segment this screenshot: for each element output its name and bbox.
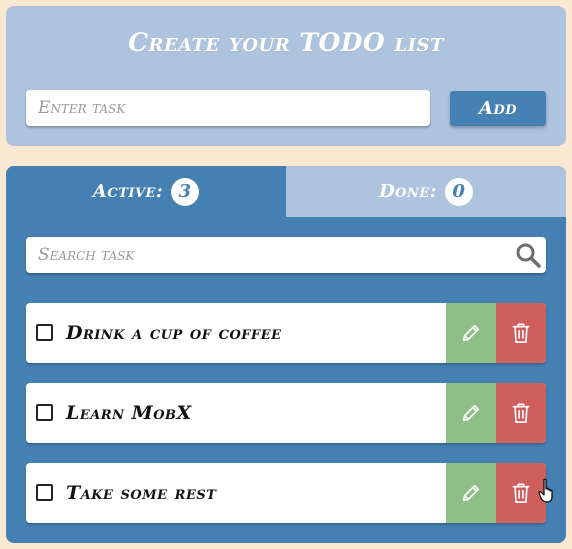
todo-text: Learn MobX — [66, 402, 192, 424]
todo-item: Learn MobX — [26, 383, 546, 443]
todo-list-card: Active: 3 Done: 0 Drink a cup of coffee … — [6, 166, 566, 543]
hand-pointer-icon — [538, 478, 553, 503]
done-count-badge: 0 — [444, 177, 473, 206]
pencil-icon — [462, 484, 480, 502]
pencil-icon — [462, 404, 480, 422]
create-title: Create your TODO list — [128, 28, 444, 57]
trash-icon — [512, 483, 530, 503]
tab-done-label: Done: — [379, 181, 437, 202]
active-count-badge: 3 — [171, 177, 200, 206]
todo-item: Take some rest — [26, 463, 546, 523]
tab-active-label: Active: — [92, 181, 164, 202]
search-box — [26, 237, 546, 273]
delete-button[interactable] — [496, 303, 546, 363]
todo-text: Take some rest — [66, 482, 217, 504]
edit-button[interactable] — [446, 303, 496, 363]
todo-checkbox[interactable] — [36, 324, 53, 341]
trash-icon — [512, 323, 530, 343]
todo-text: Drink a cup of coffee — [66, 322, 282, 344]
trash-icon — [512, 403, 530, 423]
delete-button[interactable] — [496, 383, 546, 443]
task-input[interactable] — [26, 90, 430, 126]
todo-checkbox[interactable] — [36, 484, 53, 501]
todo-checkbox[interactable] — [36, 404, 53, 421]
create-task-card: Create your TODO list Add — [6, 6, 566, 146]
edit-button[interactable] — [446, 463, 496, 523]
add-button[interactable]: Add — [450, 91, 546, 126]
todo-item: Drink a cup of coffee — [26, 303, 546, 363]
search-input[interactable] — [26, 237, 506, 273]
pencil-icon — [462, 324, 480, 342]
tab-active[interactable]: Active: 3 — [6, 166, 286, 217]
tab-done[interactable]: Done: 0 — [286, 166, 566, 217]
search-icon[interactable] — [514, 241, 542, 269]
edit-button[interactable] — [446, 383, 496, 443]
